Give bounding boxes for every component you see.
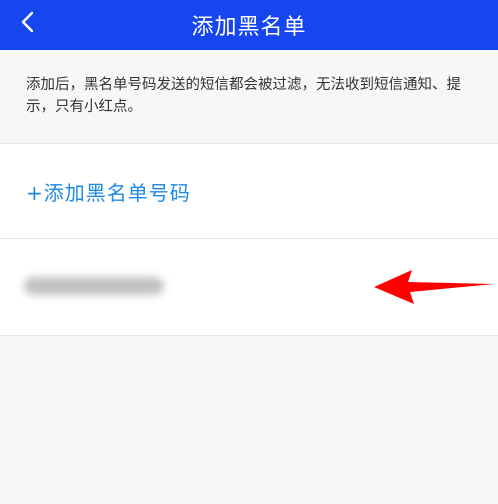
blurred-phone-number [24,277,164,295]
chevron-left-icon [21,11,34,33]
add-blacklist-number-link[interactable]: +添加黑名单号码 [26,177,191,206]
add-blacklist-row[interactable]: +添加黑名单号码 [0,143,498,239]
page-title: 添加黑名单 [191,15,307,40]
app-header: 添加黑名单 [0,0,498,50]
red-arrow-left-icon [374,270,494,304]
notice-text: 添加后，黑名单号码发送的短信都会被过滤，无法收到短信通知、提示，只有小红点。 [26,77,461,115]
back-button[interactable] [8,0,48,44]
notice-section: 添加后，黑名单号码发送的短信都会被过滤，无法收到短信通知、提示，只有小红点。 [0,50,498,142]
